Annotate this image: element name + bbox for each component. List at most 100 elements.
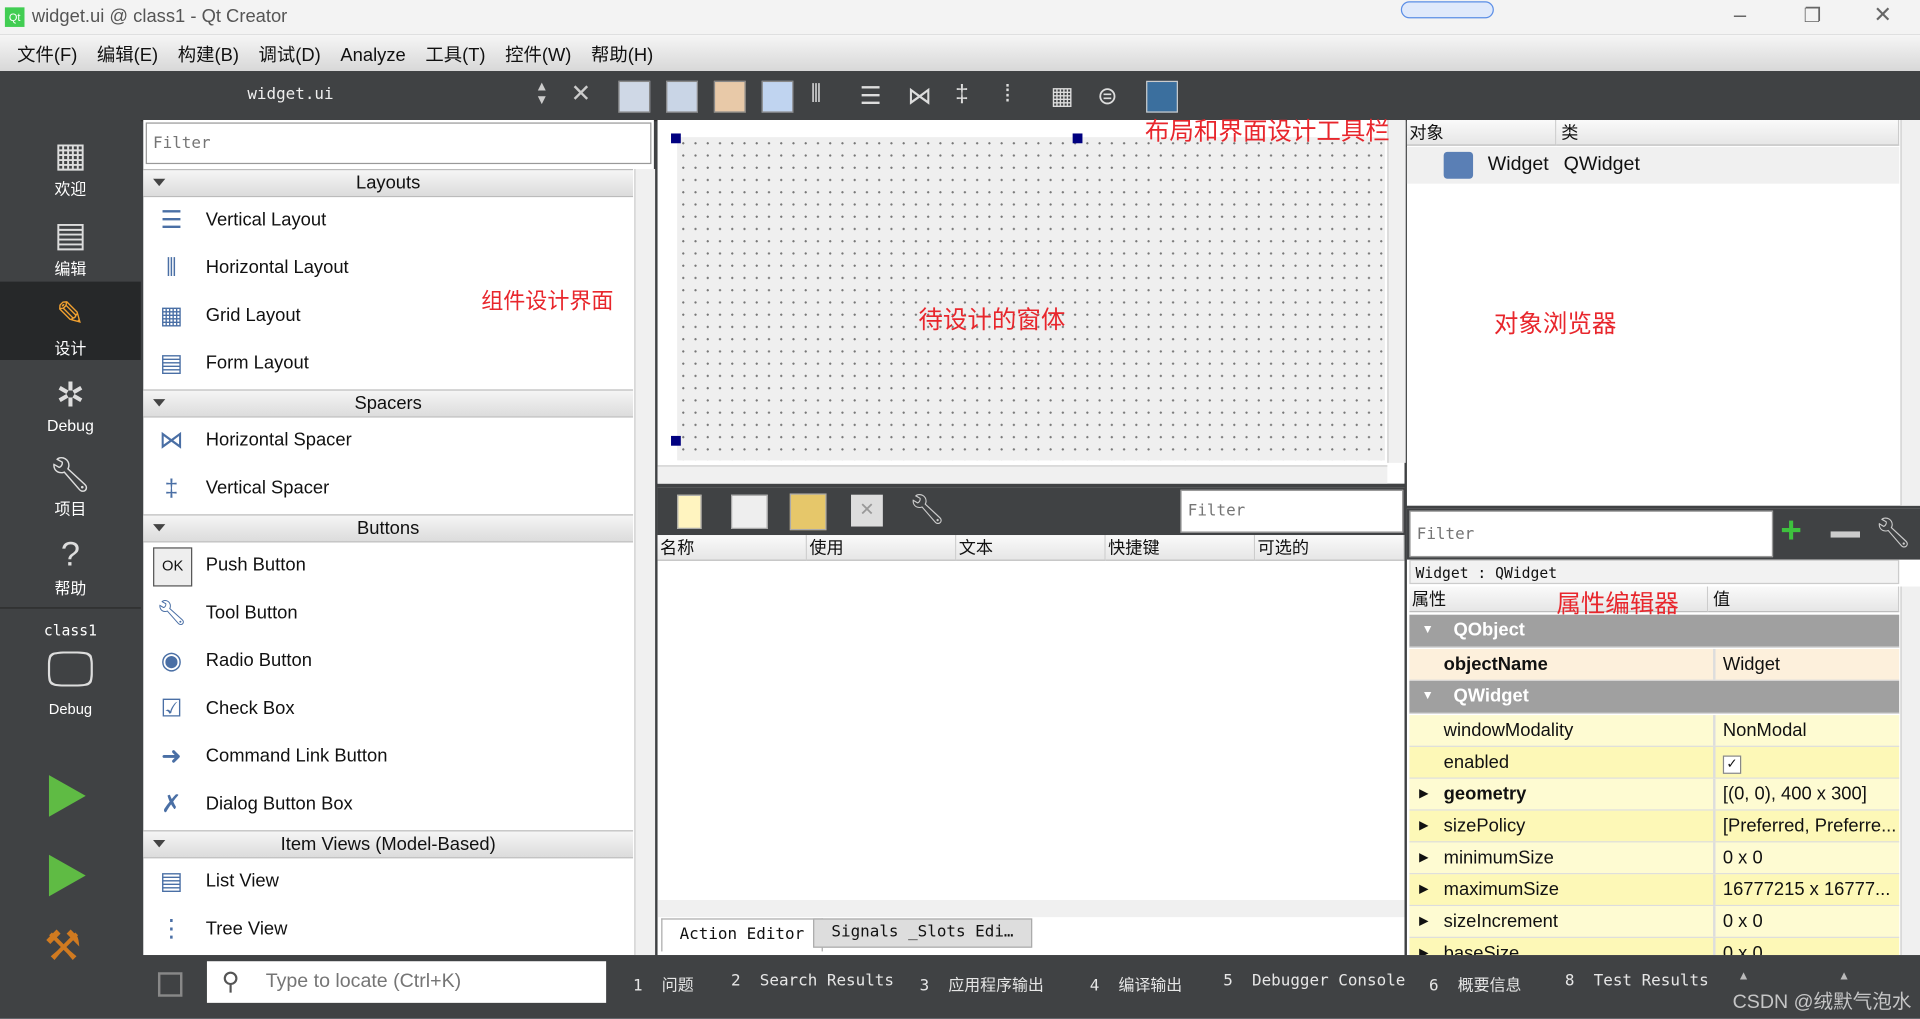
- selection-handle[interactable]: [1072, 133, 1083, 144]
- output-tab-search-results[interactable]: 2 Search Results: [731, 972, 894, 990]
- widget-item-vertical-layout[interactable]: ☰ Vertical Layout: [143, 196, 633, 244]
- action-h-scrollbar[interactable]: [657, 900, 1405, 918]
- layout-grid-icon[interactable]: ▦: [1051, 81, 1080, 110]
- property-value[interactable]: 0 x 0: [1713, 906, 1900, 937]
- build-hammer-icon[interactable]: ⚒︎: [44, 922, 81, 971]
- layout-form-icon[interactable]: ⁞: [1004, 81, 1033, 110]
- widget-item-tree-view[interactable]: ⋮ Tree View: [143, 905, 633, 953]
- menu-help[interactable]: 帮助(H): [581, 34, 663, 74]
- property-row-sizeincrement[interactable]: ▶ sizeIncrement 0 x 0: [1409, 906, 1900, 938]
- expand-arrow-icon[interactable]: ▶: [1419, 842, 1428, 873]
- adjust-size-icon[interactable]: [1146, 80, 1178, 113]
- property-row-sizepolicy[interactable]: ▶ sizePolicy [Preferred, Preferre...: [1409, 810, 1900, 843]
- configure-icon[interactable]: 🔧︎: [909, 492, 946, 528]
- property-row-basesize[interactable]: ▶ baseSize 0 x 0: [1409, 937, 1900, 956]
- toggle-sidebar-icon[interactable]: [157, 972, 183, 997]
- property-value[interactable]: [(0, 0), 400 x 300]: [1713, 778, 1900, 810]
- edit-widgets-icon[interactable]: [618, 80, 651, 113]
- widget-item-list-view[interactable]: ▤ List View: [143, 857, 633, 905]
- mode-projects[interactable]: 🔧︎ 项目: [0, 454, 141, 532]
- widget-box-scrollbar[interactable]: [634, 168, 656, 956]
- edit-signals-slots-icon[interactable]: [666, 80, 698, 113]
- output-arrows-icon[interactable]: ▲: [1738, 970, 1750, 983]
- expand-arrow-icon[interactable]: ▶: [1419, 874, 1428, 905]
- break-layout-icon[interactable]: ⊜: [1097, 81, 1126, 110]
- locator[interactable]: ⚲: [206, 961, 607, 1003]
- object-row[interactable]: Widget QWidget: [1406, 146, 1900, 184]
- property-value[interactable]: 0 x 0: [1713, 842, 1900, 874]
- edit-tab-order-icon[interactable]: [761, 80, 794, 113]
- category-item-views-model-based[interactable]: Item Views (Model-Based): [143, 830, 634, 859]
- mode-design[interactable]: ✎ 设计: [0, 281, 141, 361]
- property-row-objectname[interactable]: objectName Widget: [1409, 648, 1900, 681]
- form-h-scrollbar[interactable]: [657, 465, 1388, 484]
- output-tab-application-output[interactable]: 3 应用程序输出: [920, 972, 1044, 995]
- layout-vertical-icon[interactable]: ☰: [860, 81, 889, 110]
- search-pill[interactable]: [1400, 1, 1494, 19]
- copy-action-icon[interactable]: [731, 494, 768, 529]
- menu-edit[interactable]: 编辑(E): [87, 34, 168, 74]
- minimize-button[interactable]: –: [1734, 2, 1746, 28]
- file-switch-arrows-icon[interactable]: ▲ ▼: [535, 80, 548, 108]
- expand-arrow-icon[interactable]: ▶: [1419, 938, 1428, 956]
- property-value[interactable]: [Preferred, Preferre...: [1713, 810, 1900, 842]
- mode-welcome[interactable]: ▦ 欢迎: [0, 135, 141, 213]
- collapse-arrow-icon[interactable]: ▼: [1422, 681, 1434, 713]
- widget-item-dialog-button-box[interactable]: ✗ Dialog Button Box: [143, 780, 633, 828]
- tab-action-editor[interactable]: Action Editor: [661, 918, 823, 952]
- property-value[interactable]: 0 x 0: [1713, 937, 1900, 956]
- category-spacers[interactable]: Spacers: [143, 389, 634, 418]
- widget-item-form-layout[interactable]: ▤ Form Layout: [143, 339, 633, 387]
- tab-signals-slots[interactable]: Signals _Slots Edi…: [813, 918, 1032, 948]
- debug-run-button[interactable]: [48, 854, 86, 897]
- property-group-qwidget[interactable]: ▼ QWidget: [1409, 680, 1900, 714]
- form-v-scrollbar[interactable]: [1387, 120, 1406, 463]
- collapse-arrow-icon[interactable]: ▼: [1422, 615, 1434, 647]
- form-canvas[interactable]: [677, 137, 1385, 461]
- kit-selector[interactable]: class1 🖵︎ Debug: [0, 622, 141, 740]
- layout-vertical-splitter-icon[interactable]: ‡: [955, 81, 984, 110]
- property-value[interactable]: 16777215 x 16777...: [1713, 874, 1900, 905]
- output-tab-debugger-console[interactable]: 5 Debugger Console: [1223, 972, 1405, 990]
- menu-file[interactable]: 文件(F): [7, 34, 87, 74]
- widget-filter-input[interactable]: [145, 122, 652, 165]
- selection-handle[interactable]: [671, 435, 681, 446]
- menu-analyze[interactable]: Analyze: [331, 38, 416, 74]
- close-button[interactable]: ✕: [1873, 2, 1891, 28]
- maximize-output-icon[interactable]: ▲: [1838, 970, 1850, 983]
- property-row-minimumsize[interactable]: ▶ minimumSize 0 x 0: [1409, 842, 1900, 875]
- widget-item-tool-button[interactable]: 🔧︎ Tool Button: [143, 589, 633, 637]
- output-tab-general-messages[interactable]: 6 概要信息: [1429, 972, 1521, 995]
- enabled-checkbox[interactable]: ✓: [1722, 755, 1742, 774]
- property-row-maximumsize[interactable]: ▶ maximumSize 16777215 x 16777...: [1409, 874, 1900, 907]
- property-row-windowmodality[interactable]: windowModality NonModal: [1409, 715, 1900, 747]
- edit-buddies-icon[interactable]: [713, 80, 746, 113]
- maximize-button[interactable]: ❐: [1804, 4, 1822, 28]
- menu-controls[interactable]: 控件(W): [495, 34, 581, 74]
- menu-build[interactable]: 构建(B): [168, 34, 249, 74]
- property-value[interactable]: NonModal: [1713, 715, 1900, 746]
- category-buttons[interactable]: Buttons: [143, 514, 634, 543]
- locator-input[interactable]: [263, 966, 599, 998]
- menu-tools[interactable]: 工具(T): [416, 34, 496, 74]
- expand-arrow-icon[interactable]: ▶: [1419, 779, 1428, 810]
- widget-item-check-box[interactable]: ☑ Check Box: [143, 684, 633, 732]
- delete-action-icon[interactable]: ✕: [851, 494, 883, 527]
- mode-help[interactable]: ? 帮助: [0, 534, 141, 612]
- mode-debug[interactable]: ✲ Debug: [0, 375, 141, 453]
- property-row-geometry[interactable]: ▶ geometry [(0, 0), 400 x 300]: [1409, 778, 1900, 811]
- expand-arrow-icon[interactable]: ▶: [1419, 906, 1428, 937]
- open-file-name[interactable]: widget.ui: [247, 86, 333, 104]
- new-action-icon[interactable]: [677, 494, 702, 529]
- layout-horizontal-icon[interactable]: ⦀: [811, 81, 840, 110]
- widget-item-horizontal-spacer[interactable]: ⋈ Horizontal Spacer: [143, 416, 633, 464]
- close-document-icon[interactable]: ✕: [571, 78, 592, 109]
- object-scrollbar[interactable]: [1900, 120, 1920, 506]
- property-value[interactable]: ✓: [1713, 746, 1900, 778]
- property-group-qobject[interactable]: ▼ QObject: [1409, 614, 1900, 648]
- selection-handle[interactable]: [671, 133, 681, 144]
- property-value[interactable]: Widget: [1713, 648, 1900, 680]
- category-layouts[interactable]: Layouts: [143, 168, 634, 198]
- run-button[interactable]: [48, 775, 86, 817]
- widget-item-vertical-spacer[interactable]: ‡ Vertical Spacer: [143, 464, 633, 512]
